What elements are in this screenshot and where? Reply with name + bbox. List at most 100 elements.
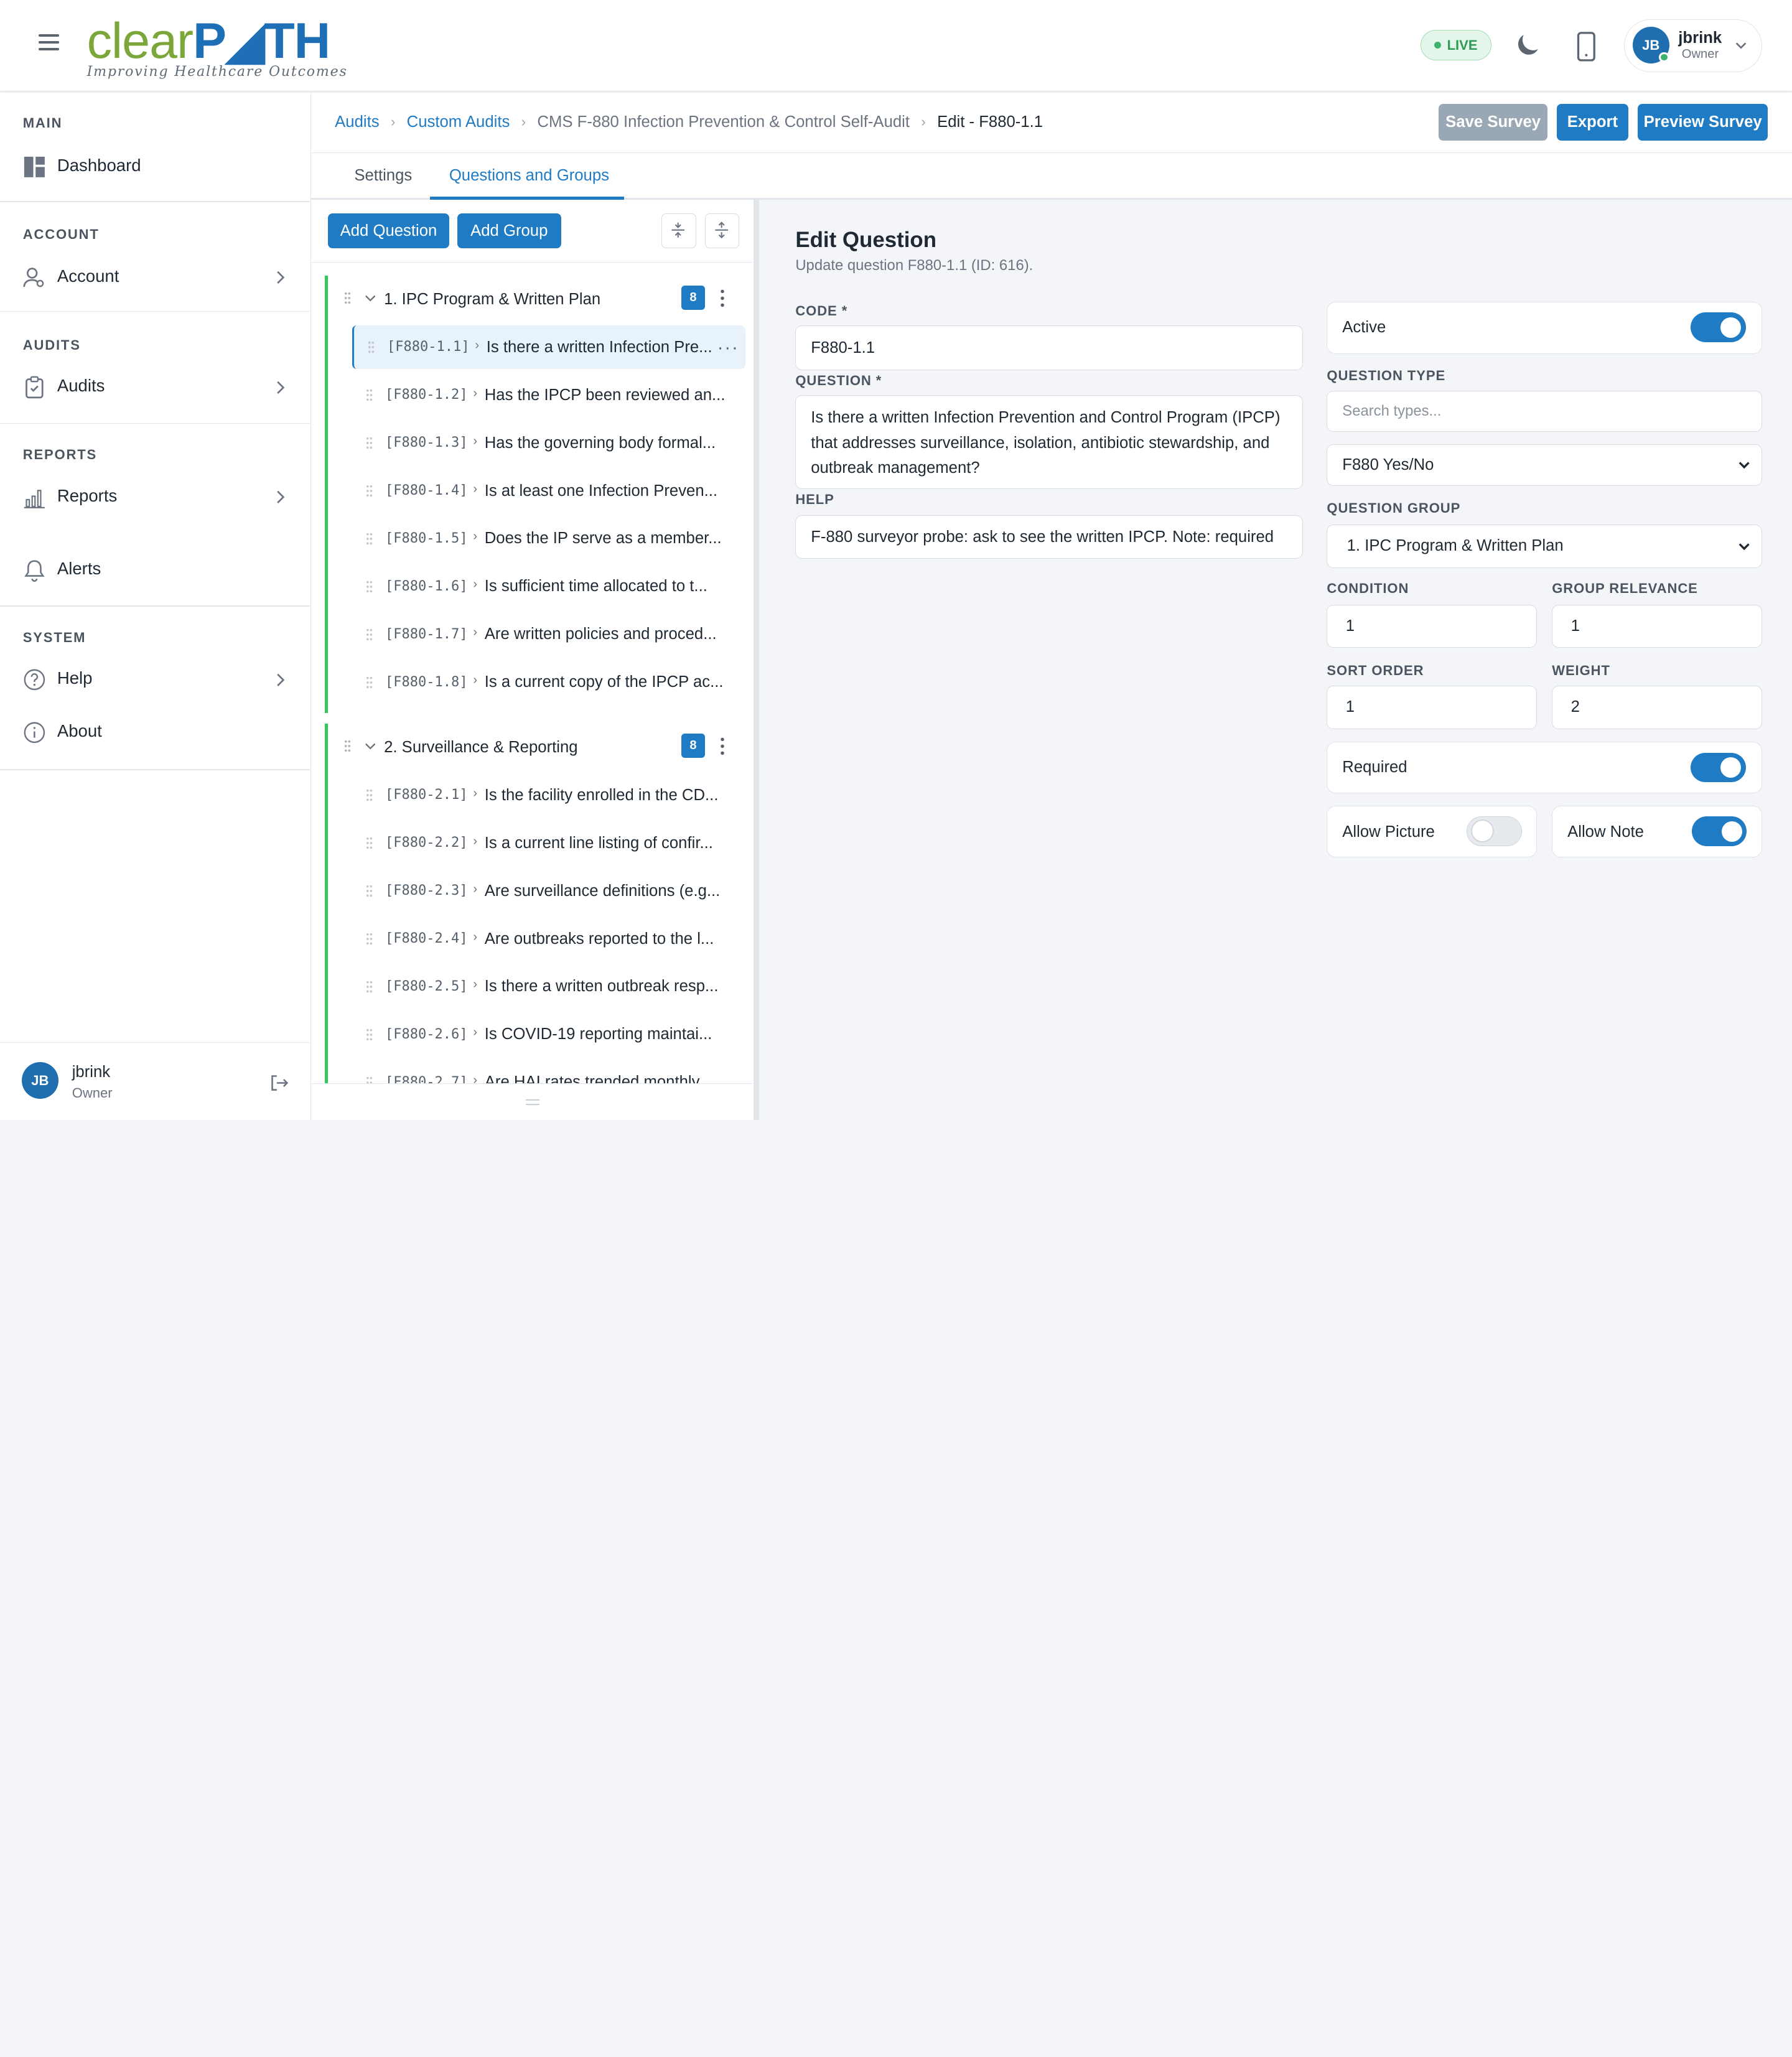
question-list-item[interactable]: [F880-1.2] › Has the IPCP been reviewed an…: [352, 373, 745, 417]
sidebar-item-dashboard[interactable]: Dashboard: [0, 146, 310, 187]
tab-settings[interactable]: Settings: [354, 167, 412, 185]
drag-handle-icon[interactable]: [344, 739, 351, 753]
question-group-select[interactable]: 1. IPC Program & Written Plan: [1327, 525, 1763, 568]
drag-handle-icon[interactable]: [366, 436, 373, 450]
drag-handle-icon[interactable]: [366, 532, 373, 546]
sidebar-item-account[interactable]: Account: [0, 257, 310, 298]
tab-questions-and-groups[interactable]: Questions and Groups: [449, 167, 609, 185]
sidebar-item-alerts[interactable]: Alerts: [0, 549, 310, 590]
expand-all-button[interactable]: [705, 213, 740, 248]
sidebar-item-label: Account: [57, 266, 119, 286]
collapse-all-button[interactable]: [661, 213, 696, 248]
question-list-item[interactable]: [F880-2.4] › Are outbreaks reported to the…: [352, 917, 745, 961]
breadcrumb-audits-link[interactable]: Audits: [335, 113, 379, 131]
question-code: [F880-1.7]: [385, 627, 468, 643]
weight-label: WEIGHT: [1552, 663, 1610, 679]
question-list-item[interactable]: [F880-1.4] › Is at least one Infection Pre…: [352, 469, 745, 513]
question-list-item[interactable]: [F880-1.3] › Has the governing body formal…: [352, 421, 745, 465]
drag-handle-icon[interactable]: [366, 788, 373, 802]
drag-handle-icon[interactable]: [366, 836, 373, 850]
question-code: [F880-2.2]: [385, 835, 468, 851]
info-icon: [24, 722, 45, 744]
group-relevance-input[interactable]: 1: [1552, 604, 1763, 648]
drag-handle-icon[interactable]: [366, 580, 373, 594]
drag-handle-icon[interactable]: [366, 388, 373, 402]
chevron-down-icon[interactable]: [365, 740, 376, 752]
active-toggle[interactable]: [1691, 312, 1746, 343]
question-list-item[interactable]: [F880-2.5] › Is there a written outbreak r…: [352, 965, 745, 1009]
sidebar-item-label: Alerts: [57, 559, 101, 579]
drag-handle-icon[interactable]: [366, 628, 373, 641]
group-header[interactable]: 2. Surveillance & Reporting 8: [325, 724, 745, 769]
drag-handle-icon[interactable]: [366, 676, 373, 689]
question-list-item[interactable]: [F880-1.8] › Is a current copy of the IPCP…: [352, 661, 745, 704]
question-list-item[interactable]: [F880-1.5] › Does the IP serve as a member…: [352, 517, 745, 561]
allow-note-toggle[interactable]: [1692, 816, 1747, 847]
question-list-item[interactable]: [F880-2.6] › Is COVID-19 reporting maintai…: [352, 1013, 745, 1056]
export-button[interactable]: Export: [1556, 104, 1629, 141]
more-horizontal-icon[interactable]: ···: [717, 337, 739, 358]
chevron-down-icon[interactable]: [365, 292, 376, 304]
breadcrumb-custom-audits-link[interactable]: Custom Audits: [407, 113, 510, 131]
condition-input[interactable]: 1: [1327, 604, 1538, 648]
chevron-right-icon: ›: [473, 482, 478, 496]
drag-handle-icon[interactable]: [366, 980, 373, 994]
sidebar-item-help[interactable]: Help: [0, 660, 310, 701]
mobile-preview-icon[interactable]: [1575, 32, 1598, 62]
question-type-select[interactable]: F880 Yes/No: [1327, 444, 1763, 486]
brand-logo[interactable]: clearP◢TH Improving Healthcare Outcomes: [87, 16, 348, 80]
drag-handle-icon[interactable]: [368, 340, 375, 354]
sidebar-divider: [0, 310, 310, 312]
question-type-search-input[interactable]: Search types...: [1327, 391, 1763, 432]
sidebar-item-audits[interactable]: Audits: [0, 367, 310, 408]
drag-handle-icon[interactable]: [366, 484, 373, 498]
required-label: Required: [1342, 758, 1407, 776]
question-list-item[interactable]: [F880-1.1] › Is there a written Infection …: [352, 325, 745, 370]
drag-handle-icon[interactable]: [366, 1028, 373, 1042]
question-list-item[interactable]: [F880-2.3] › Are surveillance definitions …: [352, 869, 745, 913]
allow-picture-label: Allow Picture: [1342, 823, 1435, 841]
group-header[interactable]: 1. IPC Program & Written Plan 8: [325, 276, 745, 321]
question-textarea[interactable]: Is there a written Infection Prevention …: [795, 395, 1303, 490]
sort-order-input[interactable]: 1: [1327, 686, 1538, 729]
question-list-item[interactable]: [F880-1.7] › Are written policies and proc…: [352, 613, 745, 656]
question-list-item[interactable]: [F880-2.2] › Is a current line listing of …: [352, 821, 745, 865]
code-label: CODE *: [795, 302, 848, 319]
page-subtitle: Update question F880-1.1 (ID: 616).: [795, 257, 1034, 274]
sidebar-item-label: Dashboard: [57, 155, 141, 175]
save-survey-button[interactable]: Save Survey: [1439, 104, 1547, 141]
sidebar: MAIN Dashboard ACCOUNT Account AUDITS Au…: [0, 92, 311, 1120]
code-input[interactable]: F880-1.1: [795, 325, 1303, 371]
more-vertical-icon[interactable]: [716, 735, 729, 758]
menu-toggle-icon[interactable]: [39, 34, 60, 55]
tab-bar: Settings Questions and Groups: [310, 153, 1792, 200]
preview-survey-button[interactable]: Preview Survey: [1637, 104, 1768, 141]
question-code: [F880-1.2]: [385, 387, 468, 403]
add-question-button[interactable]: Add Question: [328, 213, 449, 248]
add-group-button[interactable]: Add Group: [457, 213, 561, 248]
tree-resize-footer[interactable]: [310, 1083, 754, 1120]
logout-icon[interactable]: [269, 1073, 289, 1093]
user-role: Owner: [1681, 47, 1719, 62]
question-list-item[interactable]: [F880-2.1] › Is the facility enrolled in t…: [352, 773, 745, 817]
sidebar-section-system: SYSTEM: [22, 630, 86, 645]
question-list-item[interactable]: [F880-1.6] › Is sufficient time allocated …: [352, 565, 745, 609]
drag-handle-icon[interactable]: [344, 291, 351, 305]
sidebar-divider: [0, 201, 310, 203]
required-toggle[interactable]: [1691, 752, 1746, 783]
sidebar-item-label: Help: [57, 668, 93, 688]
allow-picture-toggle[interactable]: [1467, 816, 1522, 847]
sidebar-item-about[interactable]: About: [0, 712, 310, 753]
question-code: [F880-1.6]: [385, 579, 468, 595]
drag-handle-icon[interactable]: [366, 884, 373, 898]
dark-mode-moon-icon[interactable]: [1513, 30, 1543, 60]
weight-input[interactable]: 2: [1552, 686, 1763, 729]
chevron-down-icon: [1739, 462, 1750, 469]
breadcrumb-survey-name[interactable]: CMS F-880 Infection Prevention & Control…: [537, 113, 910, 131]
more-vertical-icon[interactable]: [716, 287, 729, 310]
sidebar-item-reports[interactable]: Reports: [0, 477, 310, 518]
breadcrumb-current: Edit - F880-1.1: [937, 113, 1043, 131]
drag-handle-icon[interactable]: [366, 932, 373, 946]
user-menu[interactable]: JB jbrink Owner: [1623, 19, 1763, 72]
help-input[interactable]: F-880 surveyor probe: ask to see the wri…: [795, 515, 1303, 559]
